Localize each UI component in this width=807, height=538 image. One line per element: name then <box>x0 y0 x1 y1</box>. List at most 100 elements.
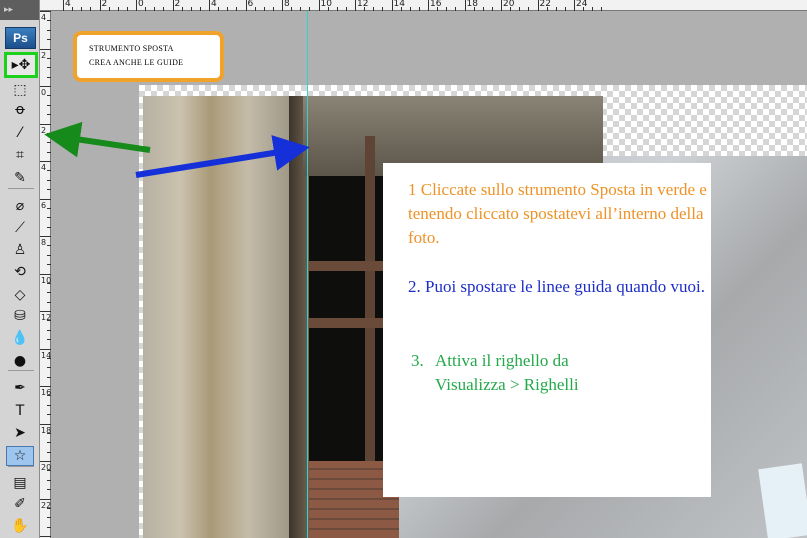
ruler-tick <box>519 7 521 11</box>
crop-tool[interactable]: ⌗ <box>6 145 34 165</box>
ruler-tick <box>464 0 466 11</box>
lasso-icon: ꝋ <box>15 102 25 118</box>
pen-icon: ✒ <box>14 380 26 396</box>
ruler-tick <box>400 7 402 11</box>
ruler-tick <box>190 7 192 11</box>
eraser-icon: ◇ <box>14 287 26 303</box>
ruler-horizontal[interactable]: 4 2 0 2 4 6 8 10 12 14 16 18 20 22 24 <box>40 0 807 11</box>
ruler-label: 20 <box>503 0 515 9</box>
move-tool[interactable]: ▸✥ <box>4 52 38 78</box>
stamp-icon: ♙ <box>13 242 27 258</box>
eraser-tool[interactable]: ◇ <box>6 285 34 305</box>
eyedropper-icon: ✎ <box>14 170 26 186</box>
ruler-label: 2 <box>174 0 181 9</box>
ruler-tick <box>528 7 530 11</box>
ruler-tick <box>209 0 210 11</box>
star-shape-icon: ☆ <box>13 448 27 464</box>
shape-tool[interactable]: ☆ <box>6 446 34 466</box>
type-tool[interactable]: T <box>6 401 34 421</box>
ruler-tick <box>309 7 311 11</box>
ruler-tick <box>391 0 393 11</box>
quick-select-tool[interactable]: ⁄ <box>6 123 34 143</box>
ruler-tick <box>163 7 165 11</box>
ruler-tick <box>546 7 548 11</box>
ruler-label: 14 <box>393 0 405 9</box>
healing-tool[interactable]: ⌀ <box>6 196 34 216</box>
vertical-guide-line[interactable] <box>307 11 308 538</box>
ruler-tick <box>236 7 238 11</box>
ruler-tick <box>564 7 566 11</box>
crop-icon: ⌗ <box>16 147 24 163</box>
ruler-tick <box>336 7 338 11</box>
pen-tool[interactable]: ✒ <box>6 378 34 398</box>
magic-wand-icon: ⁄ <box>18 125 22 141</box>
ruler-tick <box>181 7 183 11</box>
instructions-box: 1 Cliccate sullo strumento Sposta in ver… <box>383 163 711 497</box>
history-brush-icon: ⟲ <box>14 264 26 280</box>
ruler-label: 24 <box>576 0 588 9</box>
toolbox-separator <box>8 466 34 467</box>
toolbox-separator <box>8 370 34 371</box>
ruler-tick <box>40 86 51 87</box>
panel-grip[interactable]: ▸▸ <box>0 0 39 20</box>
ruler-tick <box>482 7 484 11</box>
lasso-tool[interactable]: ꝋ <box>6 100 34 120</box>
ruler-tick <box>382 7 384 11</box>
ruler-tick <box>81 7 83 11</box>
callout-line-2: CREA ANCHE LE GUIDE <box>89 58 184 67</box>
ruler-label: 18 <box>466 0 478 9</box>
instruction-step-3: 3. Attiva il righello da Visualizza > Rig… <box>411 349 701 397</box>
eyedropper-tool[interactable]: ✎ <box>6 168 34 188</box>
brush-tool[interactable]: ⟋ <box>6 218 34 238</box>
photoshop-logo: Ps <box>5 27 36 49</box>
ruler-tick <box>574 0 575 11</box>
ruler-tick <box>501 0 502 11</box>
brush-icon: ⟋ <box>15 220 25 236</box>
ruler-tick <box>90 7 92 11</box>
ruler-tick <box>40 11 51 12</box>
ruler-tick <box>291 7 293 11</box>
ruler-tick <box>63 0 64 11</box>
ruler-vertical[interactable]: 4202468101214161820222 <box>40 11 51 538</box>
paint-bucket-icon: ⛁ <box>14 308 26 324</box>
ruler-label: 8 <box>284 0 290 9</box>
marquee-tool[interactable]: ⬚ <box>6 80 34 100</box>
instruction-step-3-number: 3. <box>411 351 424 370</box>
notes-icon: ▤ <box>13 475 27 491</box>
hand-tool[interactable]: ✋ <box>6 516 34 536</box>
move-icon: ▸✥ <box>11 57 31 73</box>
eyedropper-3d-tool[interactable]: ✐ <box>6 494 34 514</box>
ruler-label: 2 <box>41 50 47 60</box>
path-select-tool[interactable]: ➤ <box>6 423 34 443</box>
ruler-tick <box>355 0 356 11</box>
ruler-tick <box>428 0 429 11</box>
marquee-icon: ⬚ <box>13 82 27 98</box>
eyedropper-icon: ✐ <box>14 496 26 512</box>
ruler-tick <box>126 7 128 11</box>
ruler-tick <box>40 273 51 275</box>
blur-tool[interactable]: 💧 <box>6 328 34 348</box>
ruler-tick <box>327 7 329 11</box>
notes-tool[interactable]: ▤ <box>6 473 34 493</box>
ruler-tick <box>446 7 448 11</box>
ruler-label: 0 <box>138 0 144 9</box>
ruler-tick <box>40 198 51 200</box>
instruction-step-1: 1 Cliccate sullo strumento Sposta in ver… <box>408 180 707 247</box>
dodge-tool[interactable]: ● <box>6 351 34 371</box>
ruler-tick <box>254 7 256 11</box>
bucket-tool[interactable]: ⛁ <box>6 306 34 326</box>
ruler-tick <box>145 7 147 11</box>
arrow-cursor-icon: ➤ <box>14 425 26 441</box>
ruler-label: 22 <box>539 0 551 9</box>
ruler-label: 2 <box>41 125 47 135</box>
stamp-tool[interactable]: ♙ <box>6 240 34 260</box>
ruler-tick <box>245 0 247 11</box>
ruler-tick <box>40 311 51 312</box>
history-brush-tool[interactable]: ⟲ <box>6 262 34 282</box>
ruler-label: 0 <box>41 88 47 97</box>
ruler-tick <box>263 7 265 11</box>
ruler-tick <box>117 7 119 11</box>
ruler-tick <box>154 7 156 11</box>
ruler-tick <box>300 7 302 11</box>
ruler-tick <box>592 7 594 11</box>
